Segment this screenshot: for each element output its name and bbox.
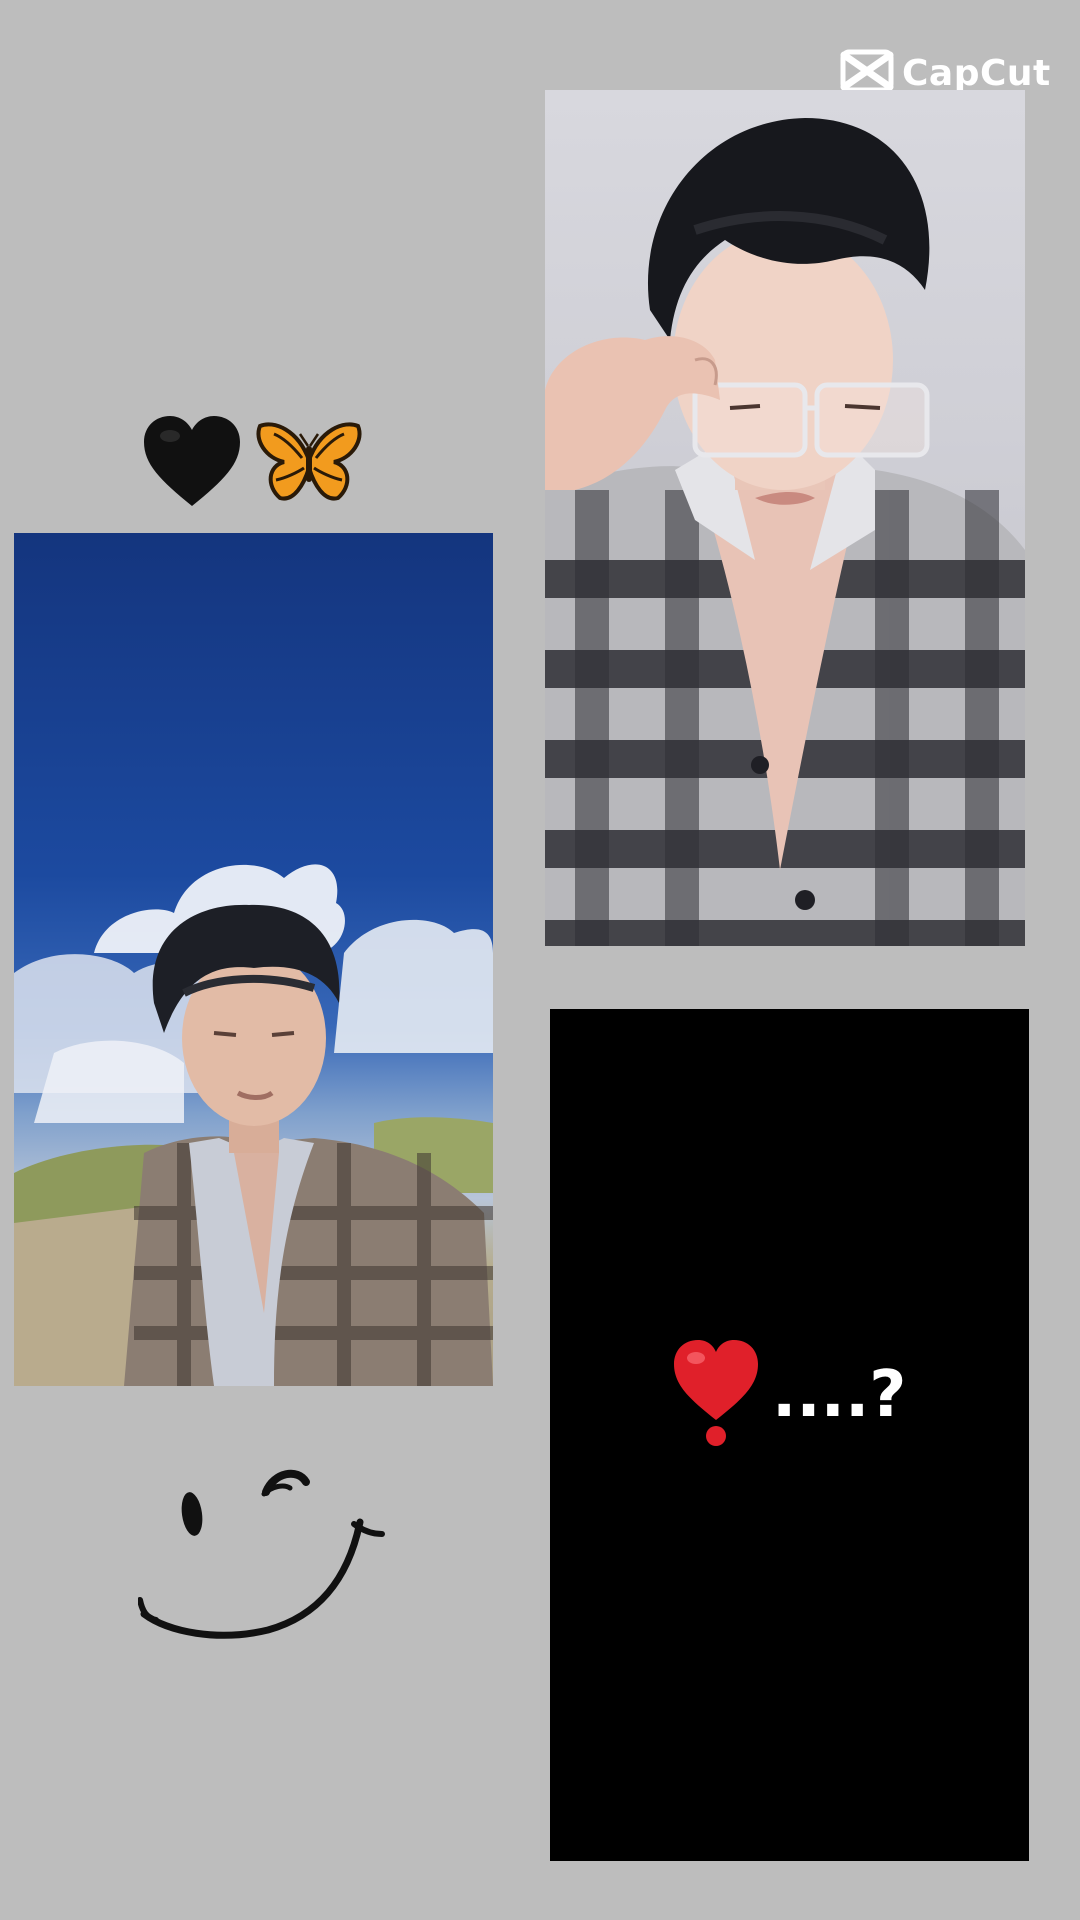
glasses-portrait-photo: [545, 90, 1025, 946]
card-caption: ....?: [670, 1340, 930, 1450]
card-caption-text: ....?: [772, 1358, 907, 1432]
heart-exclamation-icon: [670, 1338, 762, 1452]
butterfly-icon: [254, 420, 364, 508]
wink-smiley-icon: [137, 1460, 388, 1660]
watermark-text: CapCut: [902, 52, 1051, 94]
emoji-row: [140, 412, 380, 516]
black-heart-icon: [140, 414, 244, 514]
sky-portrait-photo: [14, 533, 493, 1386]
